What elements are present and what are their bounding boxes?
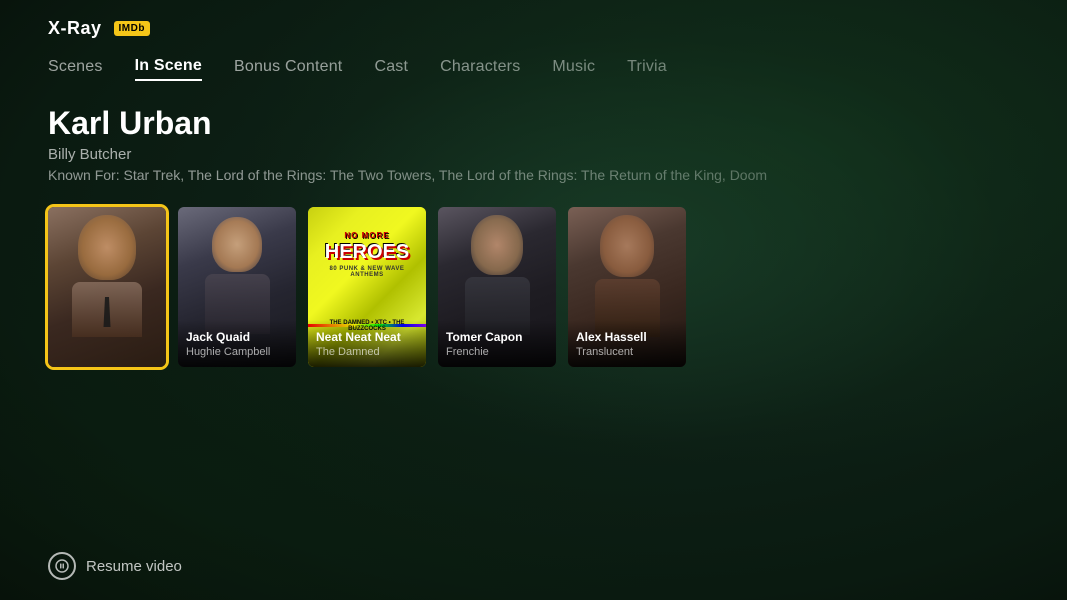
nav-cast[interactable]: Cast [374,54,408,80]
nav-music[interactable]: Music [552,54,595,80]
card-3-overlay: Neat Neat Neat The Damned [308,300,426,367]
card-2-character: Hughie Campbell [186,346,288,359]
resume-video-label[interactable]: Resume video [86,558,182,575]
card-5-overlay: Alex Hassell Translucent [568,300,686,367]
card-jack-quaid[interactable]: Jack Quaid Hughie Campbell [178,207,296,367]
card-5-bg: Alex Hassell Translucent [568,207,686,367]
card-4-actor: Tomer Capon [446,330,548,344]
card-3-actor: Neat Neat Neat [316,330,418,344]
play-pause-icon [55,559,69,573]
card-4-character: Frenchie [446,346,548,359]
navigation: Scenes In Scene Bonus Content Cast Chara… [0,49,1067,97]
card-karl-urban[interactable] [48,207,166,367]
card-tomer-capon[interactable]: Tomer Capon Frenchie [438,207,556,367]
resume-icon [48,552,76,580]
cards-row: Jack Quaid Hughie Campbell No More HEROE… [48,207,1019,367]
card-1-bg [48,207,166,367]
card-3-character: The Damned [316,346,418,359]
card-2-bg: Jack Quaid Hughie Campbell [178,207,296,367]
nav-characters[interactable]: Characters [440,54,520,80]
card-alex-hassell[interactable]: Alex Hassell Translucent [568,207,686,367]
card-neat-neat-neat[interactable]: No More HEROES 80 PUNK & NEW WAVE ANTHEM… [308,207,426,367]
card-5-actor: Alex Hassell [576,330,678,344]
nav-in-scene[interactable]: In Scene [135,53,202,81]
actor-name: Karl Urban [48,105,1019,142]
card-5-character: Translucent [576,346,678,359]
nav-scenes[interactable]: Scenes [48,54,103,80]
card-3-bg: No More HEROES 80 PUNK & NEW WAVE ANTHEM… [308,207,426,367]
character-name: Billy Butcher [48,146,1019,163]
nav-trivia[interactable]: Trivia [627,54,667,80]
xray-title: X-Ray [48,18,102,39]
nav-bonus-content[interactable]: Bonus Content [234,54,342,80]
card-2-actor: Jack Quaid [186,330,288,344]
bottom-bar: Resume video [48,552,182,580]
card-4-overlay: Tomer Capon Frenchie [438,300,556,367]
card-2-overlay: Jack Quaid Hughie Campbell [178,300,296,367]
content-area: Karl Urban Billy Butcher Known For: Star… [0,97,1067,367]
card-4-bg: Tomer Capon Frenchie [438,207,556,367]
imdb-badge: IMDb [114,21,150,36]
known-for: Known For: Star Trek, The Lord of the Ri… [48,167,1019,183]
header: X-Ray IMDb [0,0,1067,49]
